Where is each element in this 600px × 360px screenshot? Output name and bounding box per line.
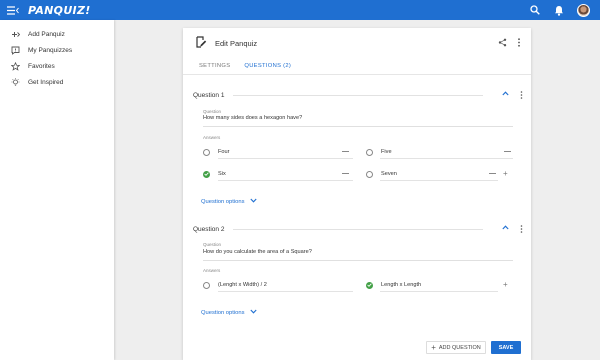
panquizzes-icon <box>11 46 20 55</box>
question-field-label: Question <box>203 242 222 247</box>
sidebar-item-label: My Panquizzes <box>28 46 73 54</box>
answer-underline <box>218 158 353 159</box>
answer-radio-correct[interactable] <box>366 281 373 289</box>
lightbulb-icon <box>11 77 20 87</box>
question-field-label: Question <box>203 109 222 114</box>
sidebar-item-get-inspired[interactable]: Get Inspired <box>0 74 114 90</box>
chevron-down-icon <box>249 309 257 316</box>
edit-panquiz-card: Edit Panquiz SETTINGS QUESTIONS (2) Ques… <box>183 28 531 360</box>
menu-collapse-icon[interactable] <box>6 4 20 16</box>
question-underline <box>203 126 513 127</box>
plus-icon: + <box>431 342 436 352</box>
page-title: Edit Panquiz <box>215 38 258 48</box>
divider <box>233 228 483 230</box>
editor-tabs: SETTINGS QUESTIONS (2) <box>183 61 531 75</box>
answer-input[interactable]: Four <box>218 149 230 155</box>
remove-answer-icon[interactable] <box>342 173 349 174</box>
question-options-toggle[interactable]: Question options <box>201 198 257 205</box>
notifications-bell-icon[interactable] <box>553 4 565 16</box>
question-options-label: Question options <box>201 309 245 316</box>
more-options-icon[interactable] <box>520 225 523 235</box>
question-options-toggle[interactable]: Question options <box>201 309 257 316</box>
sidebar-item-label: Get Inspired <box>28 78 64 86</box>
answer-input[interactable]: Five <box>381 149 392 155</box>
chevron-up-icon[interactable] <box>502 91 509 98</box>
question-input[interactable]: How do you calculate the area of a Squar… <box>203 249 312 255</box>
answer-input[interactable]: Seven <box>381 171 397 177</box>
add-question-button[interactable]: + ADD QUESTION <box>426 341 486 354</box>
answers-label: Answers <box>203 135 221 140</box>
question-underline <box>203 260 513 261</box>
sidebar-item-add-panquiz[interactable]: Add Panquiz <box>0 26 114 42</box>
tabs-divider <box>183 74 531 75</box>
share-icon[interactable] <box>498 38 507 49</box>
answer-radio[interactable] <box>366 148 373 156</box>
chevron-up-icon[interactable] <box>502 225 509 232</box>
add-panquiz-icon <box>11 30 20 39</box>
answer-option: (Lenght x Width) / 2 <box>203 279 267 291</box>
save-button[interactable]: SAVE <box>491 341 521 354</box>
answer-option: Six <box>203 168 226 180</box>
question-2-header: Question 2 <box>193 224 523 234</box>
star-icon <box>11 61 20 71</box>
card-header: Edit Panquiz <box>183 28 531 58</box>
answer-input[interactable]: (Lenght x Width) / 2 <box>218 282 267 288</box>
remove-answer-icon[interactable] <box>342 151 349 152</box>
remove-answer-icon[interactable] <box>489 173 496 174</box>
answer-underline <box>380 291 498 292</box>
question-1-header: Question 1 <box>193 90 523 100</box>
panquiz-logo[interactable]: PANQUIZ! <box>28 4 91 17</box>
question-input[interactable]: How many sides does a hexagon have? <box>203 115 302 121</box>
tab-settings[interactable]: SETTINGS <box>199 61 230 75</box>
sidebar-nav: Add Panquiz My Panquizzes Favorites Get … <box>0 20 114 360</box>
divider <box>233 94 483 96</box>
answer-option: Four <box>203 146 230 158</box>
add-question-label: ADD QUESTION <box>438 344 481 351</box>
answer-input[interactable]: Length x Length <box>381 282 421 288</box>
user-avatar[interactable] <box>577 3 590 17</box>
answer-radio[interactable] <box>203 148 210 156</box>
answer-underline <box>218 291 353 292</box>
remove-answer-icon[interactable] <box>504 151 511 152</box>
question-title: Question 1 <box>193 91 225 99</box>
search-icon[interactable] <box>529 4 541 16</box>
answers-label: Answers <box>203 268 221 273</box>
chevron-down-icon <box>249 198 257 205</box>
top-app-bar: PANQUIZ! <box>0 0 600 20</box>
answer-radio[interactable] <box>203 281 210 289</box>
answer-underline <box>380 158 513 159</box>
answer-option: Seven <box>366 168 397 180</box>
answer-underline <box>380 180 498 181</box>
answer-underline <box>218 180 353 181</box>
answer-radio-correct[interactable] <box>203 170 210 178</box>
answer-option: Five <box>366 146 392 158</box>
edit-document-icon <box>195 36 207 50</box>
sidebar-item-my-panquizzes[interactable]: My Panquizzes <box>0 42 114 58</box>
tab-questions[interactable]: QUESTIONS (2) <box>244 61 292 75</box>
sidebar-item-label: Add Panquiz <box>28 30 65 38</box>
answer-radio[interactable] <box>366 170 373 178</box>
add-answer-icon[interactable]: + <box>503 281 508 289</box>
question-options-label: Question options <box>201 198 245 205</box>
more-options-icon[interactable] <box>517 38 521 49</box>
answer-option: Length x Length <box>366 279 421 291</box>
question-title: Question 2 <box>193 225 225 233</box>
answer-input[interactable]: Six <box>218 171 226 177</box>
more-options-icon[interactable] <box>520 91 523 101</box>
add-answer-icon[interactable]: + <box>503 170 508 178</box>
sidebar-item-label: Favorites <box>28 62 55 70</box>
sidebar-item-favorites[interactable]: Favorites <box>0 58 114 74</box>
